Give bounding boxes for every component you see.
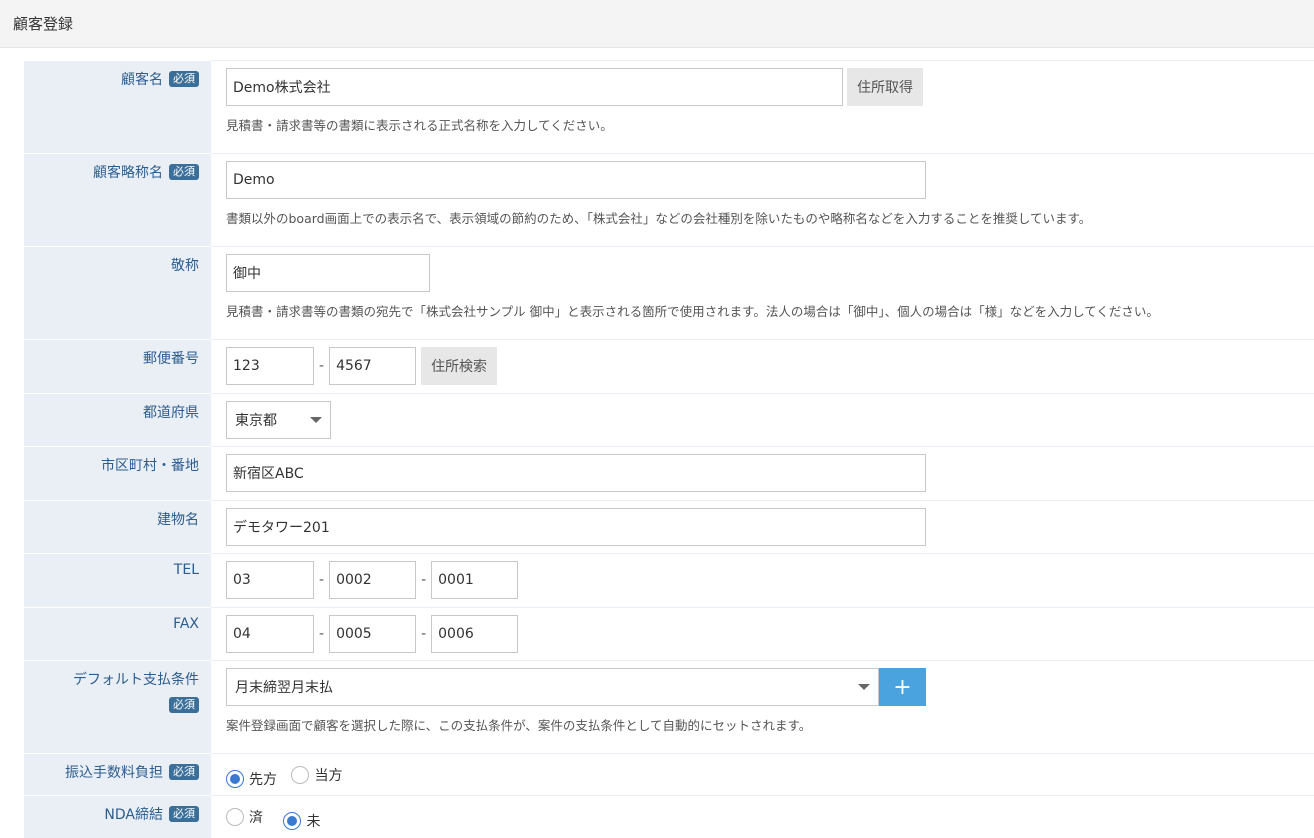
- radio-empty-icon: [226, 808, 244, 826]
- page-title: 顧客登録: [13, 15, 74, 33]
- field-label: FAX: [173, 616, 199, 632]
- field-label: NDA締結: [104, 807, 163, 823]
- radio-label: 先方: [249, 772, 277, 788]
- tel-input-1[interactable]: 03: [226, 561, 314, 599]
- row-tel: TEL 03 - 0002 - 0001: [24, 553, 1314, 608]
- row-fax: FAX 04 - 0005 - 0006: [24, 607, 1314, 661]
- radio-selected-icon: [226, 770, 244, 788]
- radio-label: 済: [249, 810, 263, 826]
- honorific-input[interactable]: 御中: [226, 254, 430, 292]
- help-text: 案件登録画面で顧客を選択した際に、この支払条件が、案件の支払条件として自動的にセ…: [226, 718, 812, 733]
- field-label: 建物名: [157, 512, 199, 528]
- prefecture-value: 東京都: [235, 413, 277, 429]
- prefecture-select[interactable]: 東京都: [226, 401, 331, 439]
- radio-option-not-done[interactable]: 未: [283, 811, 320, 831]
- radio-empty-icon: [291, 766, 310, 784]
- required-badge: 必須: [169, 71, 199, 87]
- row-postal: 郵便番号 123 - 4567 住所検索: [24, 339, 1314, 394]
- separator: -: [319, 572, 325, 588]
- row-honorific: 敬称 御中 見積書・請求書等の書類の宛先で「株式会社サンプル 御中」と表示される…: [24, 246, 1314, 340]
- row-prefecture: 都道府県 東京都: [24, 393, 1314, 447]
- postal-input-1[interactable]: 123: [226, 347, 314, 385]
- row-payment: デフォルト支払条件 必須 月末締翌月末払 + 案件登録画面で顧客を選択した際に、…: [24, 660, 1314, 754]
- fax-input-2[interactable]: 0005: [329, 615, 417, 653]
- required-badge: 必須: [169, 697, 199, 713]
- radio-option-done[interactable]: 済: [226, 807, 263, 827]
- field-label: 振込手数料負担: [65, 765, 163, 781]
- separator: -: [421, 626, 427, 642]
- building-input[interactable]: デモタワー201: [226, 508, 926, 546]
- required-badge: 必須: [169, 806, 199, 822]
- separator: -: [319, 626, 325, 642]
- row-short-name: 顧客略称名 必須 Demo 書類以外のboard画面上での表示名で、表示領域の節…: [24, 153, 1314, 247]
- field-label: 顧客名: [121, 72, 163, 88]
- radio-label: 未: [306, 814, 321, 830]
- field-label: TEL: [173, 562, 199, 578]
- help-text: 見積書・請求書等の書類に表示される正式名称を入力してください。: [226, 118, 613, 133]
- address-search-button[interactable]: 住所検索: [421, 347, 498, 385]
- separator: -: [319, 358, 325, 374]
- chevron-down-icon: [310, 417, 322, 423]
- required-badge: 必須: [169, 164, 199, 180]
- tel-input-3[interactable]: 0001: [431, 561, 519, 599]
- help-text: 見積書・請求書等の書類の宛先で「株式会社サンプル 御中」と表示される箇所で使用さ…: [226, 304, 1159, 319]
- payment-select[interactable]: 月末締翌月末払: [226, 668, 879, 706]
- field-label: 都道府県: [143, 405, 199, 421]
- payment-value: 月末締翌月末払: [235, 680, 333, 696]
- row-city: 市区町村・番地 新宿区ABC: [24, 446, 1314, 501]
- fax-input-3[interactable]: 0006: [431, 615, 519, 653]
- radio-option-sakihou[interactable]: 先方: [226, 769, 277, 789]
- tel-input-2[interactable]: 0002: [329, 561, 417, 599]
- radio-label: 当方: [314, 768, 343, 784]
- row-transfer-fee: 振込手数料負担 必須 先方 当方: [24, 753, 1314, 796]
- radio-option-touhou[interactable]: 当方: [291, 765, 342, 785]
- row-building: 建物名 デモタワー201: [24, 500, 1314, 554]
- fetch-address-button[interactable]: 住所取得: [847, 68, 923, 106]
- add-payment-button[interactable]: +: [879, 668, 926, 706]
- required-badge: 必須: [169, 764, 199, 780]
- city-input[interactable]: 新宿区ABC: [226, 454, 926, 492]
- label-cell: 顧客名 必須: [24, 60, 211, 154]
- field-label: 顧客略称名: [93, 165, 163, 181]
- field-label: 郵便番号: [143, 351, 199, 367]
- radio-selected-icon: [283, 812, 302, 830]
- field-label: デフォルト支払条件: [73, 672, 199, 688]
- postal-input-2[interactable]: 4567: [329, 347, 417, 385]
- page-header: 顧客登録: [0, 0, 1314, 48]
- row-nda: NDA締結 必須 済 未: [24, 795, 1314, 838]
- row-customer-name: 顧客名 必須 Demo株式会社 住所取得 見積書・請求書等の書類に表示される正式…: [24, 60, 1314, 154]
- customer-form: 顧客名 必須 Demo株式会社 住所取得 見積書・請求書等の書類に表示される正式…: [24, 60, 1314, 838]
- chevron-down-icon: [858, 684, 870, 690]
- help-text: 書類以外のboard画面上での表示名で、表示領域の節約のため、「株式会社」などの…: [226, 211, 1092, 226]
- short-name-input[interactable]: Demo: [226, 161, 926, 199]
- field-label: 市区町村・番地: [101, 458, 199, 474]
- separator: -: [421, 572, 427, 588]
- customer-name-input[interactable]: Demo株式会社: [226, 68, 843, 106]
- field-label: 敬称: [171, 258, 199, 274]
- fax-input-1[interactable]: 04: [226, 615, 314, 653]
